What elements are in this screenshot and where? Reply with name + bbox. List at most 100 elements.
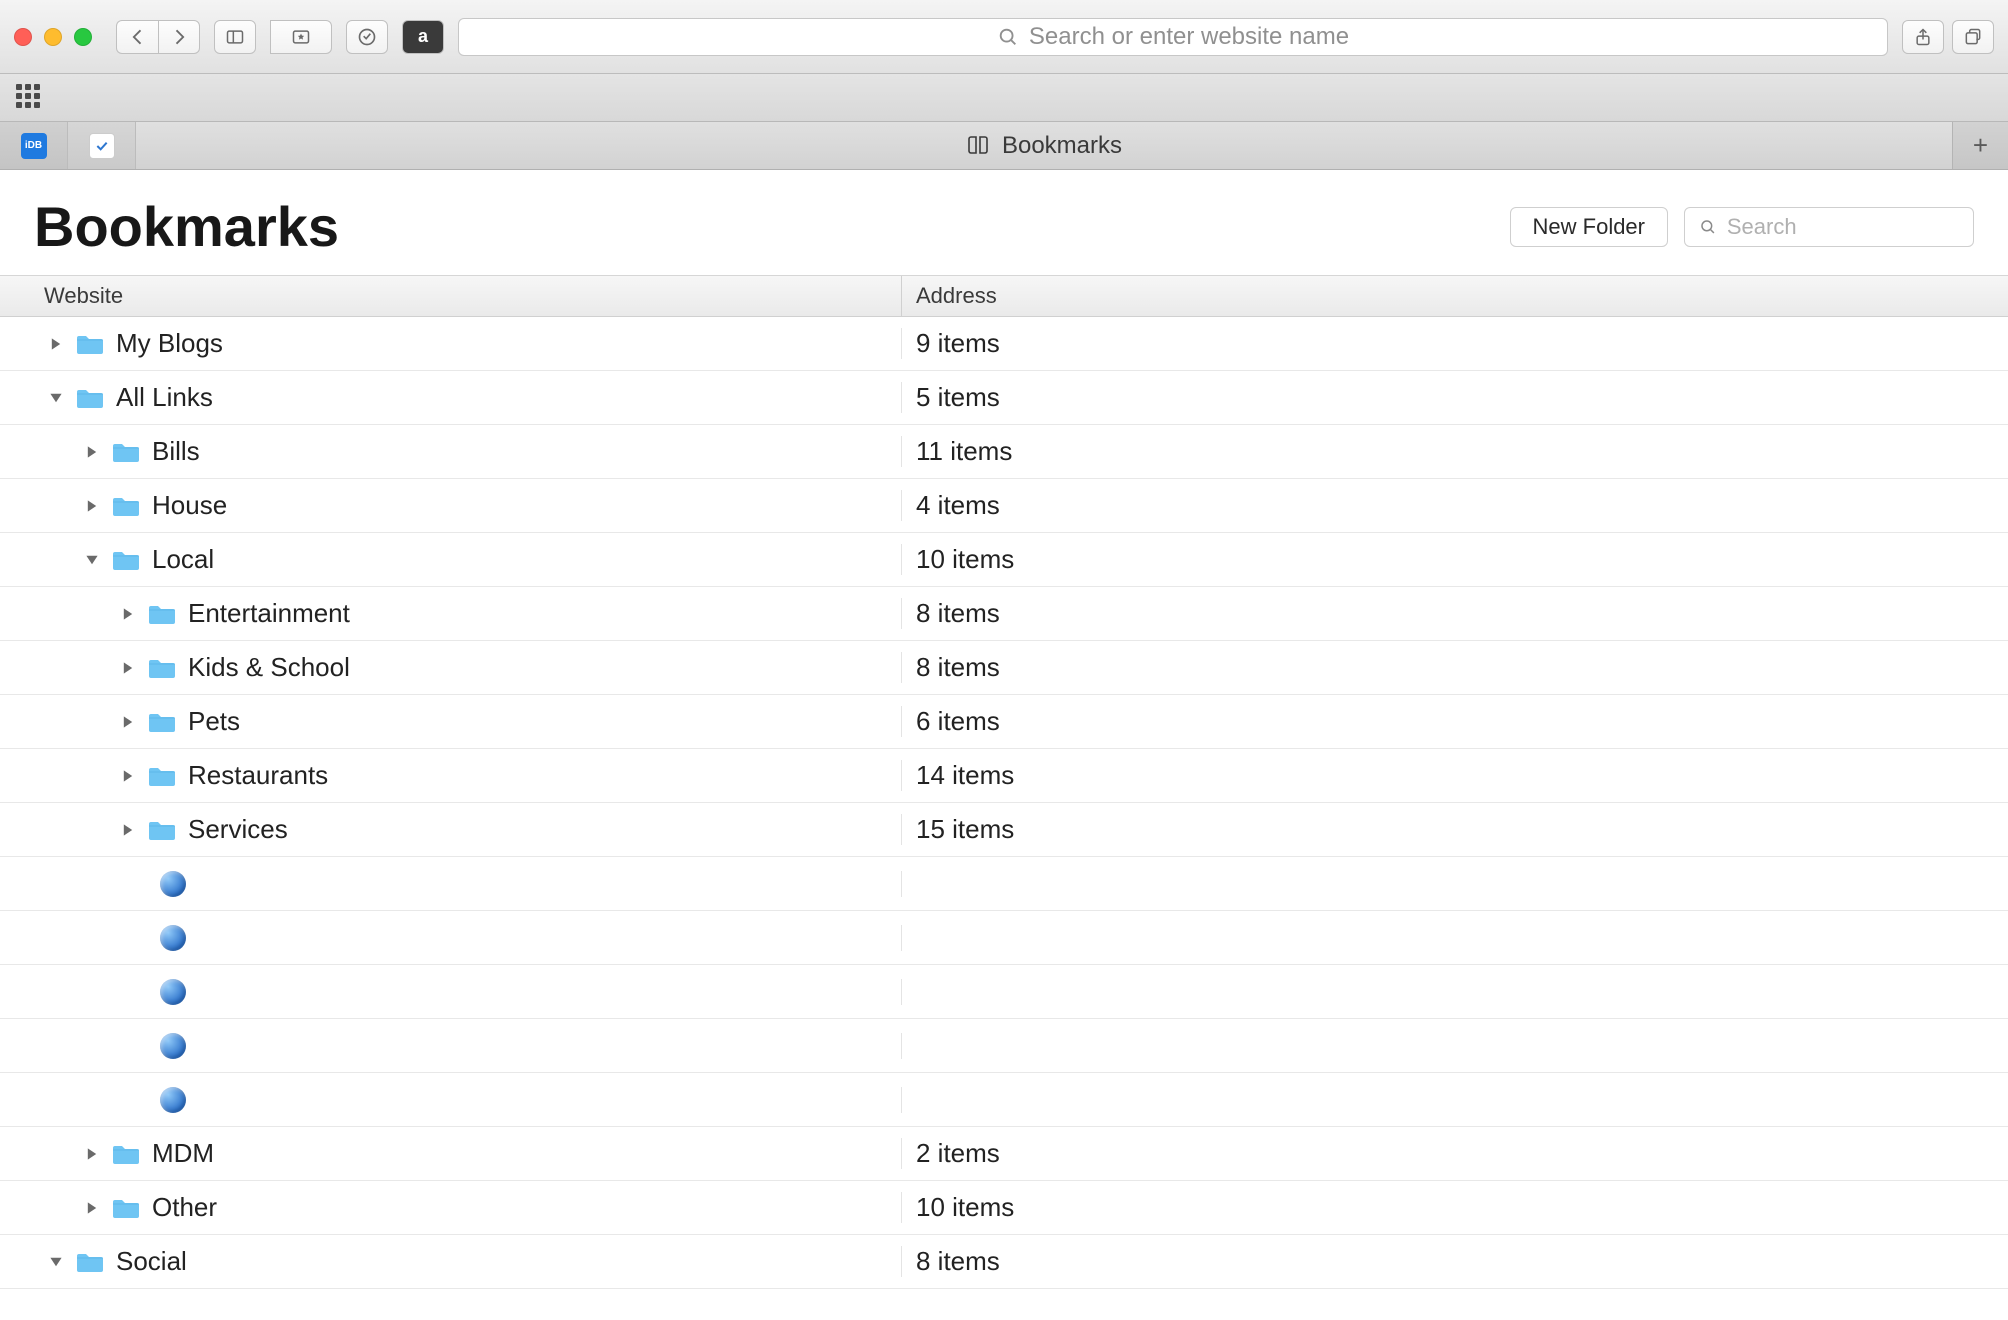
book-icon <box>966 134 990 158</box>
tabs-overview-button[interactable] <box>1952 20 1994 54</box>
new-folder-button[interactable]: New Folder <box>1510 207 1668 247</box>
address-placeholder: Search or enter website name <box>1029 23 1349 51</box>
folder-icon <box>112 495 140 517</box>
search-icon <box>997 26 1019 48</box>
folder-row[interactable]: Pets6 items <box>0 695 2008 749</box>
row-website-cell <box>0 1087 902 1113</box>
row-address-cell: 10 items <box>902 1192 2008 1223</box>
bookmark-search-input[interactable] <box>1727 214 1959 240</box>
folder-row[interactable]: My Blogs9 items <box>0 317 2008 371</box>
apps-grid-button[interactable] <box>16 84 44 112</box>
maximize-window-button[interactable] <box>74 28 92 46</box>
column-header-website[interactable]: Website <box>0 276 902 316</box>
chevron-right-icon[interactable] <box>120 606 136 622</box>
folder-icon <box>112 1143 140 1165</box>
row-address-cell: 5 items <box>902 382 2008 413</box>
folder-row[interactable]: All Links5 items <box>0 371 2008 425</box>
bookmark-row[interactable] <box>0 1019 2008 1073</box>
chevron-right-icon[interactable] <box>48 336 64 352</box>
address-bar[interactable]: Search or enter website name <box>458 18 1888 56</box>
row-website-cell: All Links <box>0 382 902 413</box>
row-website-cell: Restaurants <box>0 760 902 791</box>
amazon-extension-button[interactable]: a <box>402 20 444 54</box>
row-address-cell: 9 items <box>902 328 2008 359</box>
folder-icon <box>112 441 140 463</box>
nav-button-group <box>116 20 200 54</box>
bookmark-row[interactable] <box>0 965 2008 1019</box>
folder-row[interactable]: Services15 items <box>0 803 2008 857</box>
folder-icon <box>112 1197 140 1219</box>
folder-row[interactable]: Restaurants14 items <box>0 749 2008 803</box>
folder-icon <box>76 387 104 409</box>
chevron-right-icon[interactable] <box>120 768 136 784</box>
column-header-address[interactable]: Address <box>902 276 2008 316</box>
pinned-tab-idb[interactable]: iDB <box>0 122 68 169</box>
tab-title: Bookmarks <box>1002 132 1122 160</box>
folder-row[interactable]: Kids & School8 items <box>0 641 2008 695</box>
minimize-window-button[interactable] <box>44 28 62 46</box>
table-header: Website Address <box>0 275 2008 317</box>
folder-row[interactable]: MDM 2 items <box>0 1127 2008 1181</box>
share-button[interactable] <box>1902 20 1944 54</box>
row-website-cell: My Blogs <box>0 328 902 359</box>
row-address-cell: 15 items <box>902 814 2008 845</box>
bookmark-search-box[interactable] <box>1684 207 1974 247</box>
reading-list-button[interactable] <box>346 20 388 54</box>
row-website-cell: Bills <box>0 436 902 467</box>
active-tab[interactable]: Bookmarks <box>136 122 1952 169</box>
folder-name: Social <box>116 1246 187 1277</box>
page-title: Bookmarks <box>34 194 1494 259</box>
folder-icon <box>148 765 176 787</box>
right-toolbar-group <box>1902 20 1994 54</box>
row-website-cell <box>0 925 902 951</box>
folder-row[interactable]: Social8 items <box>0 1235 2008 1289</box>
chevron-right-icon[interactable] <box>120 660 136 676</box>
row-address-cell: 2 items <box>902 1138 2008 1169</box>
folder-row[interactable]: Other10 items <box>0 1181 2008 1235</box>
folder-name: MDM <box>152 1138 214 1169</box>
close-window-button[interactable] <box>14 28 32 46</box>
folder-icon <box>148 819 176 841</box>
chevron-right-icon[interactable] <box>120 714 136 730</box>
sidebar-button[interactable] <box>214 20 256 54</box>
chevron-right-icon[interactable] <box>84 444 100 460</box>
traffic-lights <box>14 28 92 46</box>
chevron-right-icon[interactable] <box>84 1146 100 1162</box>
row-address-cell: 6 items <box>902 706 2008 737</box>
new-tab-button[interactable]: + <box>1952 122 2008 169</box>
globe-icon <box>160 1087 186 1113</box>
chevron-right-icon[interactable] <box>120 822 136 838</box>
folder-icon <box>112 549 140 571</box>
tab-bar: iDB Bookmarks + <box>0 122 2008 170</box>
chevron-right-icon[interactable] <box>84 1200 100 1216</box>
content-header: Bookmarks New Folder <box>0 170 2008 275</box>
favorites-bar <box>0 74 2008 122</box>
folder-name: House <box>152 490 227 521</box>
row-address-cell: 8 items <box>902 598 2008 629</box>
folder-row[interactable]: Entertainment8 items <box>0 587 2008 641</box>
favorites-button[interactable] <box>270 20 332 54</box>
bookmark-row[interactable] <box>0 857 2008 911</box>
row-address-cell: 8 items <box>902 652 2008 683</box>
globe-icon <box>160 979 186 1005</box>
pinned-tab-check[interactable] <box>68 122 136 169</box>
folder-row[interactable]: House4 items <box>0 479 2008 533</box>
globe-icon <box>160 871 186 897</box>
chevron-right-icon[interactable] <box>84 498 100 514</box>
folder-icon <box>76 333 104 355</box>
chevron-down-icon[interactable] <box>48 1254 64 1270</box>
folder-row[interactable]: Local10 items <box>0 533 2008 587</box>
row-website-cell <box>0 1033 902 1059</box>
search-icon <box>1699 217 1717 237</box>
bookmark-row[interactable] <box>0 1073 2008 1127</box>
chevron-down-icon[interactable] <box>84 552 100 568</box>
row-website-cell: Pets <box>0 706 902 737</box>
back-button[interactable] <box>116 20 158 54</box>
bookmark-row[interactable] <box>0 911 2008 965</box>
idb-favicon: iDB <box>21 133 47 159</box>
amazon-icon: a <box>418 26 428 47</box>
forward-button[interactable] <box>158 20 200 54</box>
chevron-down-icon[interactable] <box>48 390 64 406</box>
folder-row[interactable]: Bills11 items <box>0 425 2008 479</box>
globe-icon <box>160 1033 186 1059</box>
